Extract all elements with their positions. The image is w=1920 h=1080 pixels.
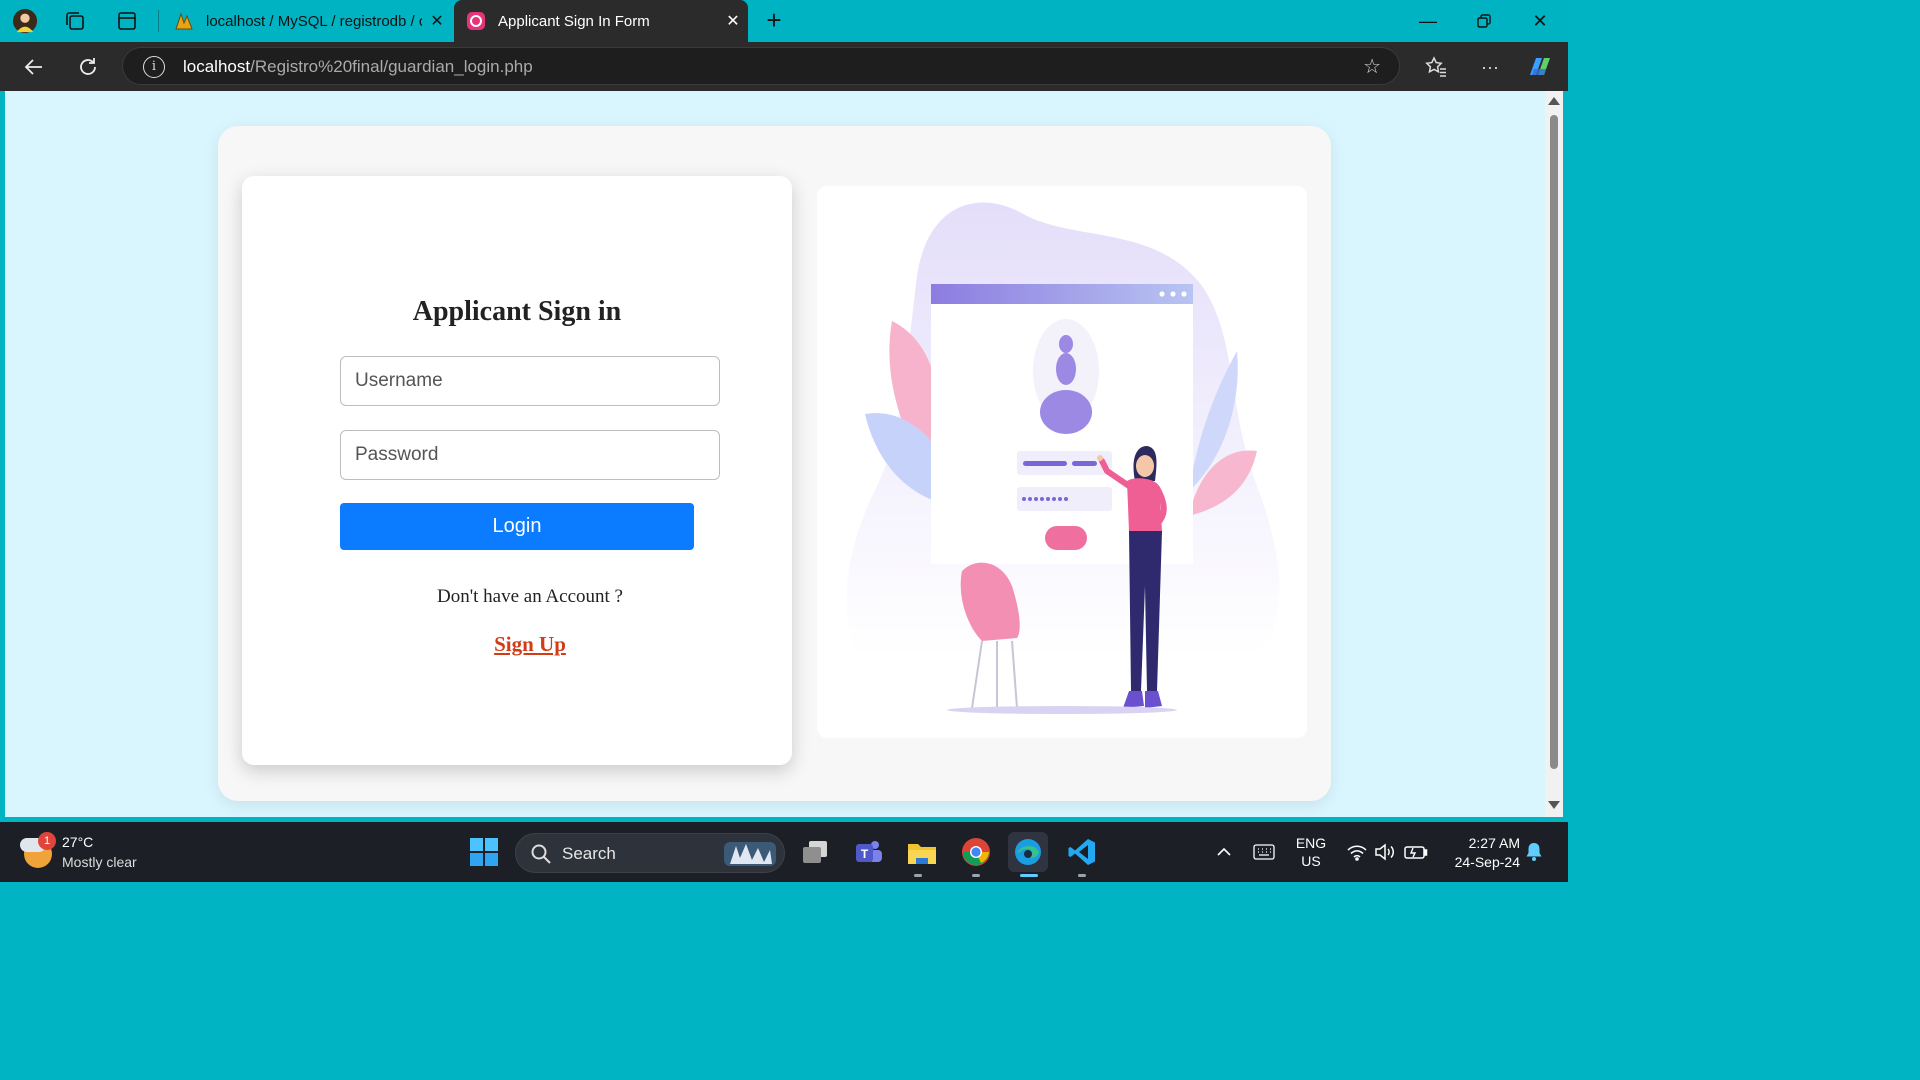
active-app-indicator — [1020, 874, 1038, 877]
login-illustration — [846, 202, 1280, 714]
close-tab-icon[interactable]: ✕ — [718, 11, 748, 31]
edge-icon[interactable] — [1008, 832, 1048, 872]
favorite-star-icon[interactable]: ☆ — [1363, 54, 1381, 79]
language-indicator[interactable]: ENG US — [1290, 834, 1332, 870]
sign-up-link[interactable]: Sign Up — [340, 632, 720, 657]
login-button[interactable]: Login — [340, 503, 694, 550]
region-code: US — [1301, 853, 1321, 869]
language-code: ENG — [1295, 835, 1327, 851]
svg-text:T: T — [861, 847, 869, 861]
copilot-icon[interactable] — [1526, 53, 1554, 81]
sign-in-card: Applicant Sign in Login Don't have an Ac… — [242, 176, 792, 765]
file-explorer-icon[interactable] — [902, 832, 942, 872]
tab-title: localhost / MySQL / registrodb / c — [206, 12, 422, 30]
workspaces-icon[interactable] — [62, 8, 88, 34]
minimize-button[interactable]: — — [1400, 0, 1456, 42]
search-label: Search — [562, 844, 616, 863]
search-highlight-icon — [724, 842, 776, 866]
windows-taskbar: 1 27°C Mostly clear Search T ENG US 2:27… — [0, 822, 1568, 882]
url-text[interactable]: localhost/Registro%20final/guardian_logi… — [183, 57, 533, 77]
tab-phpmyadmin[interactable]: localhost / MySQL / registrodb / c ✕ — [162, 0, 452, 42]
site-favicon-icon — [467, 12, 485, 30]
avatar-body — [1040, 390, 1092, 434]
vertical-tabs-icon[interactable] — [114, 8, 140, 34]
clock-time: 2:27 AM — [1468, 835, 1520, 851]
floor-shadow — [947, 706, 1177, 714]
scroll-down-arrow-icon[interactable] — [1548, 801, 1560, 809]
username-input[interactable] — [340, 356, 720, 406]
favorites-icon[interactable] — [1422, 53, 1450, 81]
avatar-head — [1059, 335, 1073, 353]
close-tab-icon[interactable]: ✕ — [422, 11, 452, 31]
task-view-icon[interactable] — [795, 832, 835, 872]
running-indicator — [914, 874, 922, 877]
wifi-icon[interactable] — [1344, 822, 1370, 882]
address-bar[interactable]: i localhost/Registro%20final/guardian_lo… — [122, 47, 1400, 85]
no-account-text: Don't have an Account ? — [437, 586, 623, 607]
weather-condition: Mostly clear — [62, 854, 137, 870]
running-indicator — [1078, 874, 1086, 877]
illustration-window-bar — [931, 284, 1193, 304]
clock-date: 24-Sep-24 — [1454, 854, 1520, 870]
temperature: 27°C — [62, 834, 94, 850]
back-button[interactable] — [20, 53, 48, 81]
tab-applicant-sign-in[interactable]: Applicant Sign In Form ✕ — [454, 0, 748, 42]
browser-toolbar: i localhost/Registro%20final/guardian_lo… — [0, 42, 1568, 91]
refresh-button[interactable] — [74, 53, 102, 81]
volume-icon[interactable] — [1372, 822, 1398, 882]
password-input[interactable] — [340, 430, 720, 480]
teams-icon[interactable]: T — [848, 832, 888, 872]
profile-avatar-icon[interactable] — [12, 8, 38, 34]
page-viewport: Applicant Sign in Login Don't have an Ac… — [5, 91, 1545, 817]
vertical-scrollbar[interactable] — [1545, 91, 1563, 817]
start-button[interactable] — [464, 832, 504, 872]
battery-icon[interactable] — [1402, 822, 1430, 882]
notification-bell-icon[interactable] — [1522, 822, 1546, 882]
running-indicator — [972, 874, 980, 877]
tab-title: Applicant Sign In Form — [498, 12, 650, 30]
chrome-icon[interactable] — [956, 832, 996, 872]
taskbar-search[interactable]: Search — [515, 833, 785, 873]
illustration-button — [1045, 526, 1087, 550]
more-menu-icon[interactable]: ··· — [1476, 53, 1504, 81]
tab-strip: localhost / MySQL / registrodb / c ✕ App… — [0, 0, 1568, 42]
restore-button[interactable] — [1456, 0, 1512, 42]
page-title: Applicant Sign in — [412, 296, 622, 327]
keyboard-icon[interactable] — [1250, 822, 1278, 882]
clock[interactable]: 2:27 AM 24-Sep-24 — [1440, 834, 1520, 872]
login-container: Applicant Sign in Login Don't have an Ac… — [218, 126, 1331, 801]
weather-widget[interactable]: 1 27°C Mostly clear — [20, 830, 180, 874]
site-info-icon[interactable]: i — [143, 56, 165, 78]
vscode-icon[interactable] — [1062, 832, 1102, 872]
tab-divider — [158, 10, 159, 32]
new-tab-button[interactable]: + — [760, 6, 788, 34]
scroll-thumb[interactable] — [1550, 115, 1558, 769]
scroll-up-arrow-icon[interactable] — [1548, 97, 1560, 105]
close-window-button[interactable]: ✕ — [1512, 0, 1568, 42]
show-hidden-icons-chevron-icon[interactable] — [1212, 822, 1236, 882]
illustration-card — [817, 186, 1307, 738]
phpmyadmin-favicon-icon — [175, 12, 193, 30]
notification-badge: 1 — [38, 832, 56, 850]
search-icon — [531, 844, 551, 864]
